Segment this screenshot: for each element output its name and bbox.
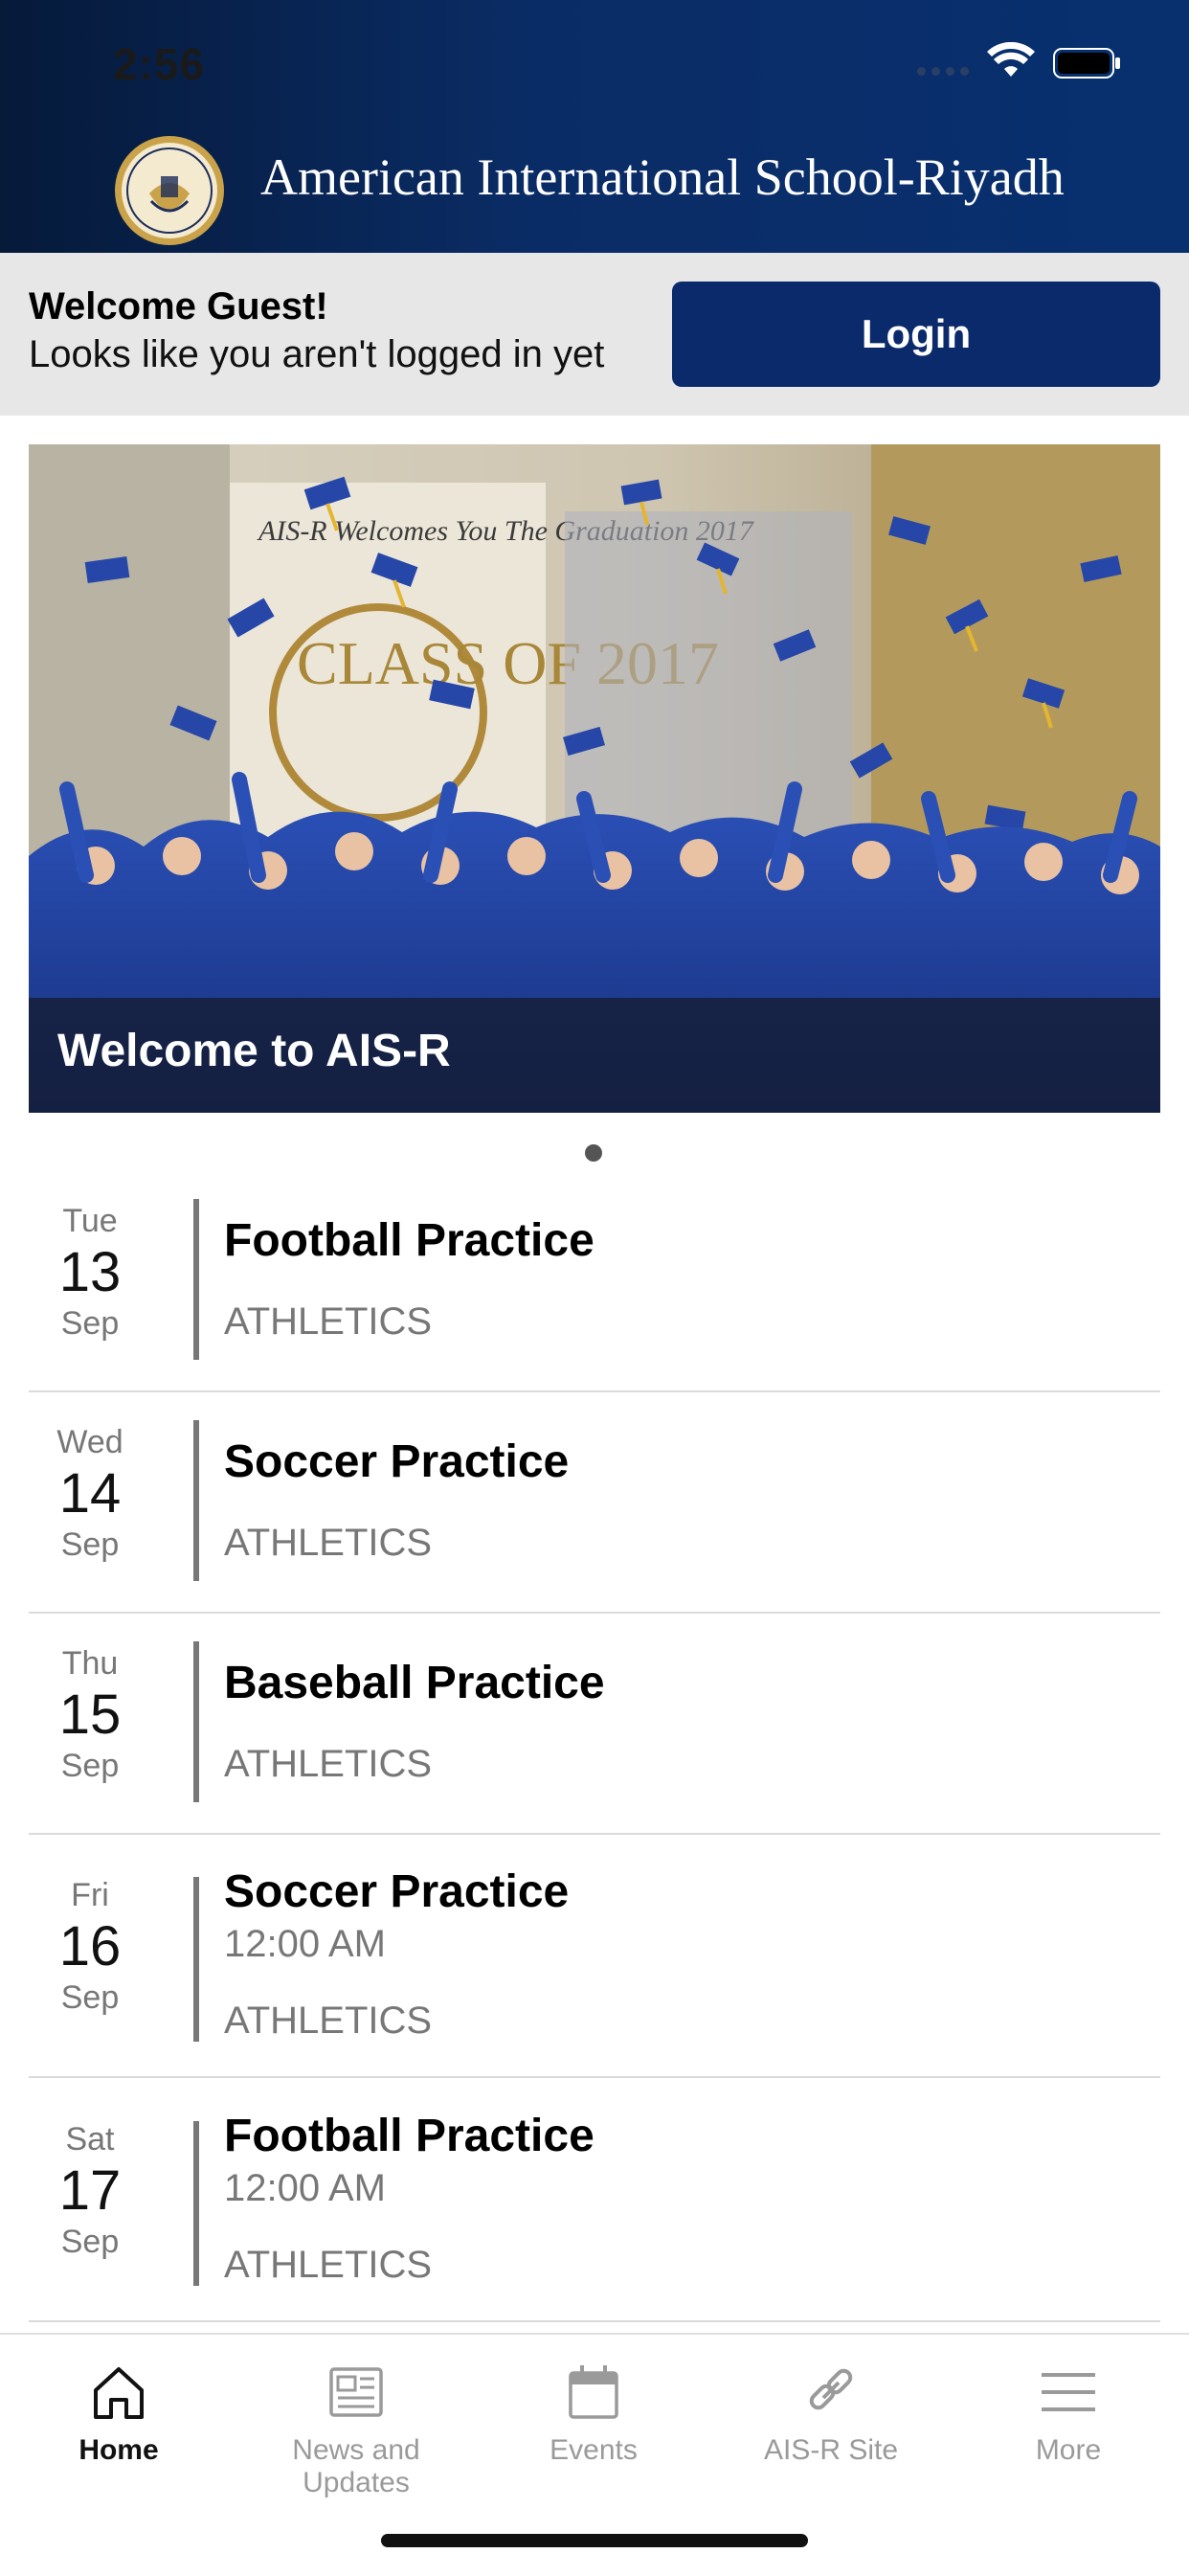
carousel-page-indicator[interactable] [585,1144,602,1162]
event-category: ATHLETICS [224,1300,433,1343]
tab-events[interactable]: Events [475,2335,712,2497]
event-category: ATHLETICS [224,1522,433,1564]
event-time: 12:00 AM [224,2167,387,2209]
tab-label: Events [550,2434,638,2466]
tab-label: More [1035,2434,1102,2466]
tab-label: AIS-R Site [763,2434,899,2466]
event-date: Sat 17 Sep [29,2121,151,2261]
hero-caption-text: Welcome to AIS-R [57,1026,451,1076]
event-divider [193,1877,199,2042]
event-weekday: Sat [65,2121,115,2158]
event-day: 16 [58,1915,122,1977]
event-divider [193,1199,199,1360]
event-category: ATHLETICS [224,1743,433,1785]
event-item[interactable]: Fri 16 Sep Soccer Practice 12:00 AM ATHL… [29,1862,1160,2078]
event-date: Thu 15 Sep [29,1645,151,1785]
event-date: Wed 14 Sep [29,1424,151,1564]
event-title: Soccer Practice [224,1866,570,1917]
event-divider [193,1641,199,1802]
tab-news-and-updates[interactable]: News and Updates [237,2335,475,2498]
event-date: Fri 16 Sep [29,1877,151,2017]
event-title: Baseball Practice [224,1658,605,1708]
event-date: Tue 13 Sep [29,1203,151,1343]
event-item[interactable]: Thu 15 Sep Baseball Practice ATHLETICS [29,1641,1160,1835]
tab-label: Home [79,2434,159,2466]
event-category: ATHLETICS [224,2244,433,2286]
event-weekday: Wed [56,1424,123,1460]
event-divider [193,1420,199,1581]
link-icon [809,2368,853,2410]
event-item[interactable]: Sat 17 Sep Football Practice 12:00 AM AT… [29,2106,1160,2322]
school-crest-icon [115,136,224,245]
tab-more[interactable]: More [950,2335,1187,2497]
event-title: Soccer Practice [224,1436,570,1487]
event-month: Sep [60,2224,120,2260]
app-header: 2:56 American International School-Riyad… [0,0,1189,253]
event-title: Football Practice [224,2111,594,2161]
battery-icon [1053,48,1120,79]
tab-ais-r-site[interactable]: AIS-R Site [712,2335,950,2497]
cellular-signal-icon [917,67,969,76]
event-day: 17 [58,2159,122,2222]
menu-icon [1042,2373,1095,2411]
event-divider [193,2121,199,2286]
event-weekday: Fri [71,1877,109,1913]
newspaper-icon [329,2367,383,2417]
school-name: American International School-Riyadh [260,148,1065,206]
event-month: Sep [60,1748,120,1784]
status-time: 2:56 [113,39,206,89]
event-item[interactable]: Tue 13 Sep Football Practice ATHLETICS [29,1199,1160,1392]
event-month: Sep [60,1979,120,2016]
tab-home[interactable]: Home [0,2335,237,2497]
event-weekday: Tue [62,1203,118,1239]
event-day: 13 [58,1241,122,1303]
event-month: Sep [60,1305,120,1342]
event-month: Sep [60,1526,120,1563]
event-category: ATHLETICS [224,2000,433,2042]
tab-label: News and Updates [292,2434,420,2498]
wifi-icon [987,42,1035,77]
welcome-subtitle: Looks like you aren't logged in yet [29,333,605,375]
event-day: 15 [58,1683,122,1746]
hero-caption: Welcome to AIS-R [29,998,1160,1113]
welcome-title: Welcome Guest! [29,285,328,328]
event-weekday: Thu [61,1645,119,1682]
home-indicator[interactable] [381,2534,808,2547]
login-button[interactable]: Login [672,282,1160,387]
event-time: 12:00 AM [224,1923,387,1965]
calendar-icon [569,2365,618,2419]
hero-image[interactable]: AIS-R Welcomes You The Graduation 2017 C… [29,444,1160,1113]
status-bar: 2:56 [0,29,1189,105]
event-item[interactable]: Wed 14 Sep Soccer Practice ATHLETICS [29,1420,1160,1614]
event-title: Football Practice [224,1215,594,1266]
event-day: 14 [58,1462,122,1525]
home-icon [94,2367,144,2419]
